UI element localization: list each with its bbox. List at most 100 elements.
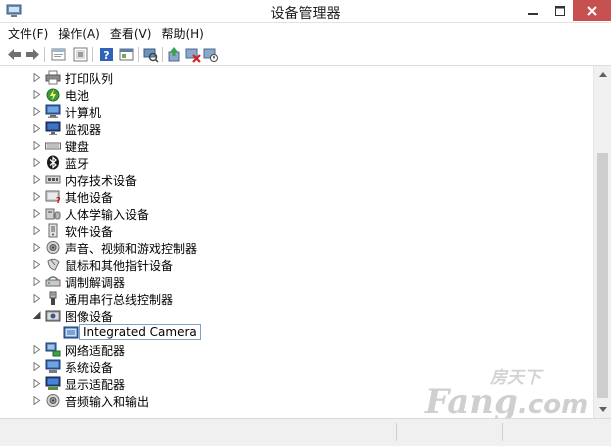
toolbar-separator (138, 47, 139, 62)
computer-icon (45, 104, 61, 118)
maximize-button[interactable] (547, 0, 573, 21)
uninstall-icon[interactable] (184, 46, 201, 63)
tree-item-imaging-devices[interactable]: 图像设备 (0, 307, 593, 324)
expand-arrow-icon[interactable] (33, 362, 41, 371)
tree-item-label: Integrated Camera (79, 324, 201, 340)
menu-view[interactable]: 查看(V) (110, 25, 152, 42)
expand-arrow-icon[interactable] (33, 158, 41, 167)
properties-icon[interactable] (50, 46, 67, 63)
display-adapter-icon (45, 376, 61, 390)
keyboard-icon (45, 142, 61, 150)
expand-arrow-icon[interactable] (33, 107, 41, 116)
scan-hardware-icon[interactable] (142, 46, 159, 63)
tree-item-computer[interactable]: 计算机 (0, 103, 593, 120)
tree-item-hid[interactable]: 人体学输入设备 (0, 205, 593, 222)
tree-item-bluetooth[interactable]: 蓝牙 (0, 154, 593, 171)
tree-item-mice[interactable]: 鼠标和其他指针设备 (0, 256, 593, 273)
tree-item-memory-devices[interactable]: 内存技术设备 (0, 171, 593, 188)
expand-arrow-icon[interactable] (33, 345, 41, 354)
scroll-down-button[interactable] (594, 401, 611, 418)
tree-item-label: 键盘 (65, 140, 90, 154)
disable-device-icon[interactable] (202, 46, 219, 63)
mouse-icon (47, 258, 60, 271)
network-adapter-icon (45, 342, 61, 357)
svg-text:Fang: Fang (424, 382, 518, 418)
tree-item-network-adapters[interactable]: 网络适配器 (0, 341, 593, 358)
modem-icon (45, 276, 61, 287)
maximize-icon (555, 5, 565, 16)
expand-arrow-icon[interactable] (33, 209, 41, 218)
tree-item-label: 图像设备 (65, 310, 114, 324)
expand-arrow-icon[interactable] (33, 379, 41, 388)
tree-item-label: 打印队列 (65, 72, 114, 86)
tree-item-label: 内存技术设备 (65, 174, 138, 188)
tree-item-label: 网络适配器 (65, 344, 126, 358)
usb-icon (49, 291, 57, 305)
show-hidden-icon[interactable] (72, 46, 89, 63)
status-bar-separator (502, 423, 503, 441)
memory-device-icon (45, 175, 61, 184)
menu-file[interactable]: 文件(F) (8, 25, 48, 42)
status-bar-separator (396, 423, 397, 441)
toolbar-separator (162, 47, 163, 62)
tree-item-label: 音频输入和输出 (65, 395, 150, 409)
expand-arrow-icon[interactable] (33, 226, 41, 235)
tree-item-label: 蓝牙 (65, 157, 90, 171)
camera-icon (63, 326, 79, 339)
minimize-button[interactable] (519, 0, 547, 21)
tree-item-other-devices[interactable]: ? 其他设备 (0, 188, 593, 205)
expand-arrow-icon[interactable] (33, 90, 41, 99)
svg-text:.com: .com (518, 390, 588, 418)
back-icon[interactable] (6, 46, 23, 63)
tree-item-print-queues[interactable]: 打印队列 (0, 69, 593, 86)
help-icon[interactable]: ? (98, 46, 115, 63)
toolbar-separator (92, 47, 93, 62)
menu-action[interactable]: 操作(A) (58, 25, 100, 42)
scroll-up-button[interactable] (594, 66, 611, 83)
tree-item-label: 电池 (65, 89, 90, 103)
expand-arrow-icon[interactable] (33, 396, 41, 405)
tree-item-monitors[interactable]: 监视器 (0, 120, 593, 137)
tree-item-software-devices[interactable]: 软件设备 (0, 222, 593, 239)
scroll-thumb[interactable] (597, 153, 608, 398)
collapse-arrow-icon[interactable] (33, 311, 41, 320)
tree-item-label: 计算机 (65, 106, 102, 120)
expand-arrow-icon[interactable] (33, 294, 41, 303)
tree-item-keyboards[interactable]: 键盘 (0, 137, 593, 154)
tree-item-batteries[interactable]: 电池 (0, 86, 593, 103)
printer-icon (45, 70, 61, 85)
imaging-device-icon (45, 310, 61, 322)
status-bar (0, 418, 611, 446)
expand-arrow-icon[interactable] (33, 141, 41, 150)
tree-item-label: 软件设备 (65, 225, 114, 239)
view-resources-icon[interactable] (118, 46, 135, 63)
expand-arrow-icon[interactable] (33, 124, 41, 133)
expand-arrow-icon[interactable] (33, 73, 41, 82)
tree-item-modems[interactable]: 调制解调器 (0, 273, 593, 290)
tree-item-usb-controllers[interactable]: 通用串行总线控制器 (0, 290, 593, 307)
tree-item-label: 其他设备 (65, 191, 114, 205)
tree-item-sound-video-game[interactable]: 声音、视频和游戏控制器 (0, 239, 593, 256)
svg-text:?: ? (103, 49, 109, 62)
expand-arrow-icon[interactable] (33, 243, 41, 252)
hid-icon (45, 208, 61, 220)
expand-arrow-icon[interactable] (33, 260, 41, 269)
expand-arrow-icon[interactable] (33, 192, 41, 201)
minimize-icon (528, 12, 538, 15)
device-tree[interactable]: 打印队列 电池 计算机 监视器 键盘 蓝牙 内存技术设备 ? 其他设备 人体学输… (0, 66, 593, 418)
tree-item-label: 鼠标和其他指针设备 (65, 259, 174, 273)
scroll-down-arrow-icon (598, 407, 607, 412)
svg-text:?: ? (56, 196, 61, 204)
update-driver-icon[interactable] (166, 46, 183, 63)
tree-item-label: 通用串行总线控制器 (65, 293, 174, 307)
menu-bar: 文件(F) 操作(A) 查看(V) 帮助(H) (0, 23, 611, 43)
forward-icon[interactable] (24, 46, 41, 63)
tree-item-label: 调制解调器 (65, 276, 126, 290)
tree-item-label: 系统设备 (65, 361, 114, 375)
menu-help[interactable]: 帮助(H) (161, 25, 203, 42)
vertical-scrollbar[interactable] (593, 66, 611, 418)
expand-arrow-icon[interactable] (33, 277, 41, 286)
close-button[interactable] (573, 0, 611, 21)
expand-arrow-icon[interactable] (33, 175, 41, 184)
tree-item-integrated-camera[interactable]: Integrated Camera (0, 324, 593, 341)
